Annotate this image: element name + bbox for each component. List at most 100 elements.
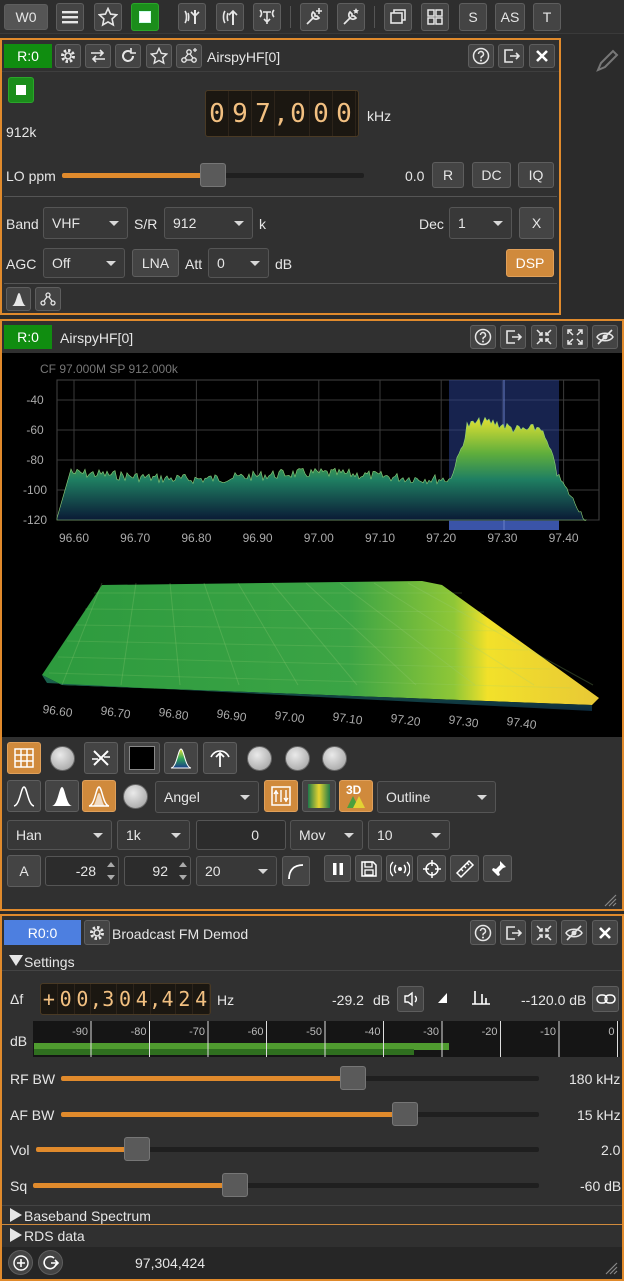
delta-frequency-dial[interactable]: +0 0, 3 0 4, 4 2 4: [40, 983, 211, 1015]
lo-ppm-slider-handle[interactable]: [200, 163, 226, 187]
device-preset-button[interactable]: [146, 44, 172, 68]
clear-spectrum-button[interactable]: [84, 742, 118, 774]
resize-grip-icon[interactable]: [603, 893, 617, 907]
spectrum-shrink-button[interactable]: [531, 325, 557, 349]
add-channel-button[interactable]: [8, 1250, 33, 1275]
sample-rate-select[interactable]: 912: [164, 207, 253, 239]
spectrogram-style-select[interactable]: Outline: [377, 781, 496, 813]
frequency-digit[interactable]: 0: [287, 91, 310, 136]
spectrum-server-button[interactable]: [386, 855, 413, 882]
grid-intensity-dial[interactable]: [50, 746, 75, 771]
lo-ppm-reset-button[interactable]: R: [432, 162, 464, 188]
duplicate-channel-button[interactable]: [38, 1250, 63, 1275]
fft-overlap-spinbox[interactable]: 0: [196, 820, 286, 850]
show-channels-button[interactable]: [35, 287, 61, 311]
stack-s-button[interactable]: S: [459, 3, 487, 31]
show-spectrum-button[interactable]: [6, 287, 31, 311]
freeze-button[interactable]: [324, 855, 351, 882]
resize-grip-icon[interactable]: [604, 1261, 618, 1275]
spectrum-help-button[interactable]: [470, 325, 496, 349]
attenuator-select[interactable]: 0: [208, 248, 269, 278]
deemphasis-icon[interactable]: [436, 990, 450, 1004]
decay-dial[interactable]: [247, 746, 272, 771]
volume-slider-handle[interactable]: [124, 1137, 150, 1161]
demod-shrink-button[interactable]: [531, 920, 557, 945]
trace-intensity-dial[interactable]: [123, 784, 148, 809]
add-feature-preset-button[interactable]: [337, 3, 365, 31]
workspace-button[interactable]: W0: [4, 4, 48, 30]
measurement-button[interactable]: [450, 855, 479, 882]
device-close-button[interactable]: [529, 44, 555, 68]
stroke-dial[interactable]: [322, 746, 347, 771]
background-color-button[interactable]: [124, 742, 160, 774]
linear-log-scale-button[interactable]: [282, 856, 310, 886]
save-spectrum-button[interactable]: [355, 855, 382, 882]
calibration-button[interactable]: [417, 855, 446, 882]
spectrum-hide-button[interactable]: [592, 325, 618, 349]
transverter-button[interactable]: X: [519, 207, 554, 239]
demod-close-button[interactable]: [592, 920, 618, 945]
iq-correction-button[interactable]: IQ: [518, 162, 554, 188]
frequency-digit[interactable]: 0: [75, 984, 92, 1014]
waterfall-toggle-button[interactable]: [264, 780, 298, 812]
settings-section-header[interactable]: [2, 951, 622, 971]
histogram-button[interactable]: [82, 780, 116, 812]
rf-bw-slider-handle[interactable]: [340, 1066, 366, 1090]
demod-badge[interactable]: R0:0: [4, 920, 81, 945]
frequency-digit[interactable]: 4: [160, 984, 177, 1014]
markers-button[interactable]: [483, 855, 512, 882]
add-mimo-device-button[interactable]: [253, 3, 281, 31]
frequency-digit[interactable]: 4: [193, 984, 210, 1014]
range-spin-arrows[interactable]: [177, 858, 189, 884]
stack-t-button[interactable]: T: [533, 3, 561, 31]
frequency-digit[interactable]: 3: [100, 984, 118, 1014]
add-tx-device-button[interactable]: [216, 3, 244, 31]
frequency-digit[interactable]: 2: [176, 984, 194, 1014]
dsp-button[interactable]: DSP: [506, 249, 554, 277]
device-reload-button[interactable]: [115, 44, 141, 68]
reference-level-spin-arrows[interactable]: [105, 858, 117, 884]
stop-all-button[interactable]: [131, 3, 159, 31]
frequency-digit[interactable]: 0: [58, 984, 75, 1014]
device-help-button[interactable]: [468, 44, 494, 68]
device-change-button[interactable]: [85, 44, 111, 68]
dc-correction-button[interactable]: DC: [472, 162, 511, 188]
averaging-select[interactable]: 10: [368, 820, 450, 850]
stack-as-button[interactable]: AS: [495, 3, 525, 31]
decimation-select[interactable]: 1: [449, 207, 512, 239]
squelch-slider-handle[interactable]: [222, 1173, 248, 1197]
device-add-channel-button[interactable]: [176, 44, 202, 68]
3d-spectrogram-button[interactable]: 3D: [339, 780, 373, 812]
spectrum-badge[interactable]: R:0: [4, 325, 52, 349]
add-feature-button[interactable]: [300, 3, 328, 31]
frequency-digit[interactable]: 7: [252, 91, 275, 136]
decay-divisor-dial[interactable]: [285, 746, 310, 771]
device-settings-button[interactable]: [55, 44, 81, 68]
add-rx-device-button[interactable]: [178, 3, 206, 31]
show-peaks-button[interactable]: [203, 742, 237, 774]
max-hold-button[interactable]: [7, 780, 41, 812]
frequency-digit[interactable]: 0: [310, 91, 333, 136]
lna-button[interactable]: LNA: [132, 249, 179, 277]
frequency-digit[interactable]: +: [41, 984, 58, 1014]
averaging-mode-select[interactable]: Mov: [290, 820, 363, 850]
agc-select[interactable]: Off: [43, 248, 125, 278]
demod-settings-button[interactable]: [84, 920, 110, 945]
fft-size-select[interactable]: 1k: [117, 820, 190, 850]
frequency-digit[interactable]: 0: [206, 91, 229, 136]
frequency-digit[interactable]: 4: [134, 984, 151, 1014]
device-frequency-dial[interactable]: 097,000: [205, 90, 359, 137]
star-button[interactable]: [94, 3, 122, 31]
tile-windows-button[interactable]: [421, 3, 449, 31]
colormap-select[interactable]: Angel: [155, 781, 259, 813]
grid-toggle-button[interactable]: [7, 742, 41, 774]
frequency-digit[interactable]: 0: [117, 984, 134, 1014]
audio-mute-button[interactable]: [397, 986, 424, 1012]
squelch-gate-button[interactable]: [592, 986, 619, 1012]
fps-select[interactable]: 20: [196, 856, 277, 886]
frequency-digit[interactable]: 0: [333, 91, 356, 136]
demod-move-button[interactable]: [500, 920, 526, 945]
auto-scale-button[interactable]: A: [7, 855, 41, 887]
menu-button[interactable]: [56, 3, 84, 31]
cascade-windows-button[interactable]: [384, 3, 412, 31]
